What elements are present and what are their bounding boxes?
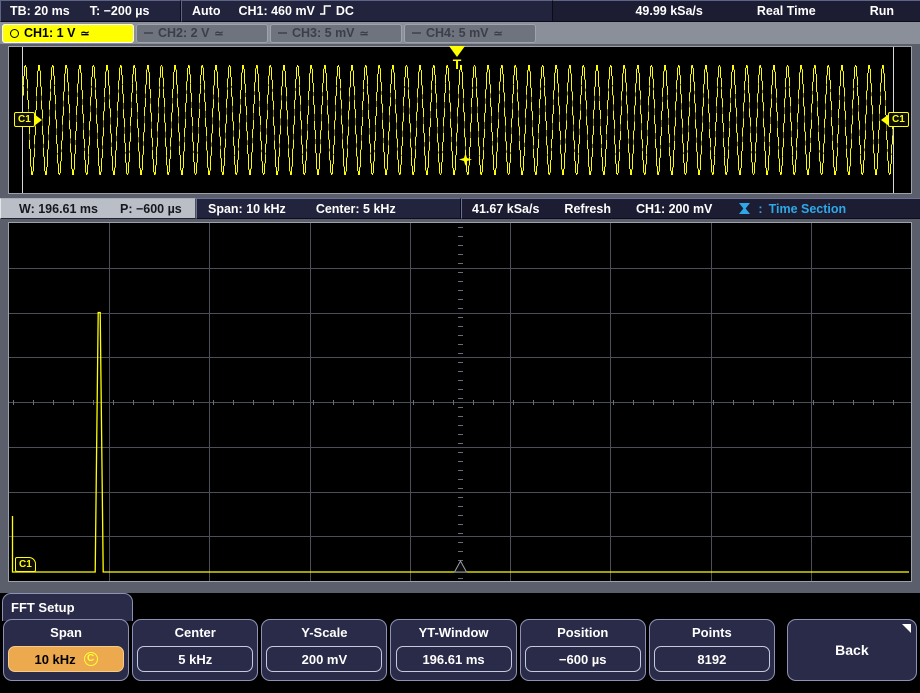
menu-value-points[interactable]: 8192 [653, 646, 770, 672]
fft-acquisition-segment[interactable]: 41.67 kSa/s Refresh CH1: 200 mV : Time S… [461, 198, 920, 219]
yt-channel-tag-left[interactable]: C1 [14, 112, 42, 127]
fft-channel-tag[interactable]: C1 [15, 557, 36, 572]
trigger-source-group: CH1: 460 mV DC [238, 4, 354, 18]
sample-rate-label: 49.99 kSa/s [635, 4, 703, 18]
menu-label-yt-window: YT-Window [418, 625, 489, 640]
menu-value-text-position: −600 µs [558, 651, 607, 667]
channel-indicator-icon [278, 32, 287, 34]
yt-window-position-label: P: −600 µs [119, 201, 182, 216]
channel-coupling-ch1: ≃ [80, 27, 90, 40]
menu-button-points[interactable]: Points 8192 [648, 619, 775, 681]
fft-status-bar: W: 196.61 ms P: −600 µs Span: 10 kHz Cen… [0, 198, 920, 219]
rotary-knob-icon: C [83, 652, 98, 666]
fft-sample-rate-label: 41.67 kSa/s [472, 201, 540, 216]
fft-section-mode-label: Time Section [768, 201, 847, 216]
menu-button-yt-window[interactable]: YT-Window 196.61 ms [390, 619, 517, 681]
channel-label-ch4: CH4: 5 mV [426, 26, 489, 40]
fft-gridlines [9, 223, 911, 581]
trigger-delay-label: T: −200 µs [89, 4, 150, 18]
fft-center-label: Center: 5 kHz [315, 201, 396, 216]
trigger-source-label: CH1: 460 mV [238, 4, 315, 18]
fft-vertical-scale-label: CH1: 200 mV [635, 201, 713, 216]
channel-coupling-ch2: ≃ [214, 27, 224, 40]
menu-value-text-points: 8192 [697, 651, 727, 667]
menu-label-position: Position [557, 625, 609, 640]
fft-plot [9, 223, 911, 581]
timebase-segment[interactable]: TB: 20 ms T: −200 µs [0, 0, 181, 22]
menu-button-y-scale[interactable]: Y-Scale 200 mV [261, 619, 388, 681]
trigger-coupling-label: DC [335, 4, 354, 18]
channel-button-ch3[interactable]: CH3: 5 mV ≃ [270, 23, 402, 43]
corner-triangle-icon [901, 624, 911, 633]
fft-span-center-segment[interactable]: Span: 10 kHz Center: 5 kHz [196, 198, 461, 219]
menu-value-yt-window[interactable]: 196.61 ms [395, 646, 512, 672]
menu-value-position[interactable]: −600 µs [524, 646, 641, 672]
menu-value-text-center: 5 kHz [178, 651, 213, 667]
channel-button-ch1[interactable]: CH1: 1 V ≃ [2, 23, 134, 43]
fft-section-group: : Time Section [737, 201, 846, 216]
channel-indicator-icon [412, 32, 421, 34]
menu-value-text-y-scale: 200 mV [301, 651, 348, 667]
run-state-label: Run [869, 4, 894, 18]
slope-rising-icon [319, 5, 331, 15]
channel-coupling-ch4: ≃ [493, 27, 503, 40]
channel-coupling-ch3: ≃ [359, 27, 369, 40]
acquisition-segment: 49.99 kSa/s Real Time Run [553, 0, 920, 22]
menu-value-text-yt-window: 196.61 ms [422, 651, 485, 667]
acquisition-mode-label: Real Time [756, 4, 816, 18]
menu-button-position[interactable]: Position −600 µs [519, 619, 646, 681]
menu-label-points: Points [691, 625, 732, 640]
menu-label-y-scale: Y-Scale [301, 625, 348, 640]
channel-label-ch3: CH3: 5 mV [292, 26, 355, 40]
menu-value-span[interactable]: 10 kHz C [8, 646, 125, 672]
timebase-label: TB: 20 ms [10, 4, 70, 18]
channel-indicator-icon [10, 28, 19, 38]
menu-label-span: Span [50, 625, 82, 640]
menu-button-span[interactable]: Span 10 kHz C [3, 619, 130, 681]
fft-span-label: Span: 10 kHz [208, 201, 286, 216]
menu-button-center[interactable]: Center 5 kHz [132, 619, 259, 681]
yt-center-marker-icon [459, 153, 472, 166]
channel-button-row: CH1: 1 V ≃ CH2: 2 V ≃ CH3: 5 mV ≃ CH4: 5… [0, 22, 920, 44]
channel-button-ch2[interactable]: CH2: 2 V ≃ [136, 23, 268, 43]
trigger-segment[interactable]: Auto CH1: 460 mV DC [181, 0, 553, 22]
top-status-bar: TB: 20 ms T: −200 µs Auto CH1: 460 mV DC… [0, 0, 920, 22]
trigger-mode-label: Auto [192, 4, 221, 18]
menu-value-center[interactable]: 5 kHz [137, 646, 254, 672]
yt-waveform-diagram[interactable]: C1 C1 [8, 46, 912, 194]
menu-label-center: Center [174, 625, 216, 640]
menu-value-text-span: 10 kHz [34, 651, 76, 667]
fft-setup-menu: FFT Setup Span 10 kHz C Center 5 kHz Y-S… [0, 593, 920, 693]
fft-spectrum-diagram[interactable]: C1 [8, 222, 912, 582]
channel-button-ch4[interactable]: CH4: 5 mV ≃ [404, 23, 536, 43]
menu-button-back[interactable]: Back [786, 619, 917, 681]
menu-label-back: Back [835, 642, 869, 658]
yt-window-width-label: W: 196.61 ms [19, 201, 98, 216]
fft-section-separator: : [758, 201, 763, 216]
yt-channel-tag-right[interactable]: C1 [881, 112, 909, 127]
menu-spacer [778, 619, 784, 686]
channel-label-ch2: CH2: 2 V [158, 26, 210, 40]
menu-button-row: Span 10 kHz C Center 5 kHz Y-Scale 200 m… [0, 619, 920, 686]
menu-title: FFT Setup [2, 593, 133, 621]
oscilloscope-screen: TB: 20 ms T: −200 µs Auto CH1: 460 mV DC… [0, 0, 920, 693]
hourglass-icon [739, 203, 751, 214]
channel-label-ch1: CH1: 1 V [24, 26, 76, 40]
yt-waveform-trace [22, 65, 894, 175]
menu-value-y-scale[interactable]: 200 mV [266, 646, 383, 672]
fft-refresh-label: Refresh [564, 201, 611, 216]
channel-indicator-icon [144, 32, 153, 34]
yt-window-segment[interactable]: W: 196.61 ms P: −600 µs [0, 198, 196, 219]
